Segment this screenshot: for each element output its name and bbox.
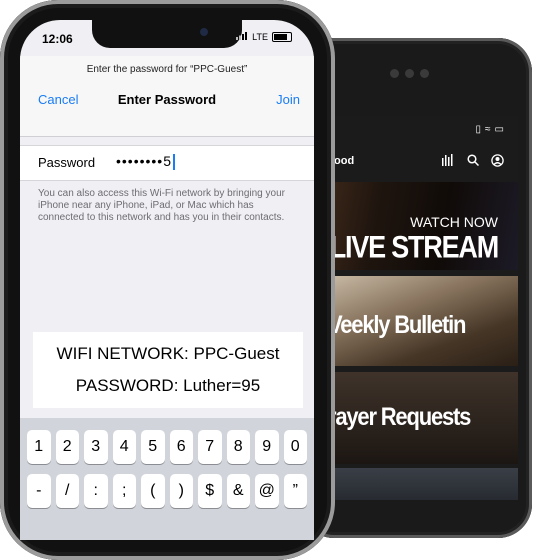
key[interactable]: 0 <box>283 430 307 464</box>
password-input[interactable]: ••••••••5 <box>116 153 175 171</box>
password-label: Password <box>38 155 96 170</box>
camera-dot-icon <box>420 68 429 78</box>
profile-icon[interactable] <box>491 153 504 169</box>
key[interactable]: ; <box>112 474 136 508</box>
key[interactable]: 5 <box>141 430 165 464</box>
iphone-screen: 12:06 LTE Enter the password for “PPC-Gu… <box>20 20 314 540</box>
wifi-network-text: WIFI NETWORK: PPC-Guest <box>56 344 280 363</box>
keyboard-row-numbers: 1 2 3 4 5 6 7 8 9 0 <box>27 430 307 464</box>
prayer-requests-tile[interactable]: rayer Requests <box>330 372 518 464</box>
key[interactable]: 2 <box>55 430 79 464</box>
app-brand: ood <box>334 155 355 167</box>
battery-icon: ▭ <box>494 124 504 135</box>
live-stream-label: LIVE STREAM <box>330 230 499 265</box>
android-app-header: ood <box>330 146 518 176</box>
prayer-requests-label: rayer Requests <box>330 402 471 431</box>
android-status-bar: ▯ ≈ ▭ <box>476 124 504 135</box>
key[interactable]: / <box>55 474 79 508</box>
key[interactable]: ” <box>283 474 307 508</box>
key[interactable]: & <box>226 474 250 508</box>
side-button <box>0 180 3 220</box>
camera-icon <box>200 28 208 36</box>
status-indicators: LTE <box>236 32 292 42</box>
join-button[interactable]: Join <box>276 92 300 107</box>
key[interactable]: 7 <box>198 430 222 464</box>
key[interactable]: : <box>84 474 108 508</box>
next-tile[interactable] <box>330 468 518 500</box>
weekly-bulletin-label: Veekly Bulletin <box>330 310 466 339</box>
status-time: 12:06 <box>42 32 73 46</box>
android-screen: ▯ ≈ ▭ ood WATCH NOW LIVE STREAM Veekly B… <box>330 116 518 500</box>
keyboard-row-symbols: - / : ; ( ) $ & @ ” <box>27 474 307 508</box>
text-caret <box>173 154 175 171</box>
live-stream-tile[interactable]: WATCH NOW LIVE STREAM <box>330 182 518 270</box>
nav-bar: Enter the password for “PPC-Guest” Enter… <box>20 56 314 137</box>
keyboard: 1 2 3 4 5 6 7 8 9 0 - / : ; ( ) $ & @ ” <box>20 418 314 540</box>
network-label: LTE <box>252 32 268 42</box>
iphone-frame: 12:06 LTE Enter the password for “PPC-Gu… <box>0 0 335 560</box>
help-text: You can also access this Wi-Fi network b… <box>38 188 285 223</box>
side-button <box>0 90 3 110</box>
side-button <box>0 130 3 170</box>
wifi-password-text: PASSWORD: Luther=95 <box>75 376 261 395</box>
signal-icon <box>236 32 248 42</box>
watch-now-label: WATCH NOW <box>410 214 498 230</box>
wifi-icon: ≈ <box>485 124 491 135</box>
battery-icon <box>272 32 292 42</box>
camera-dot-icon <box>405 68 414 78</box>
key[interactable]: ( <box>141 474 165 508</box>
android-speaker <box>330 62 510 84</box>
wifi-info-overlay: WIFI NETWORK: PPC-Guest PASSWORD: Luther… <box>33 332 303 408</box>
camera-dot-icon <box>390 68 399 78</box>
password-field[interactable]: Password ••••••••5 <box>20 145 314 181</box>
search-icon[interactable] <box>467 154 480 168</box>
password-prompt: Enter the password for “PPC-Guest” <box>86 64 248 75</box>
key[interactable]: - <box>27 474 51 508</box>
key[interactable]: $ <box>198 474 222 508</box>
key[interactable]: 8 <box>226 430 250 464</box>
weekly-bulletin-tile[interactable]: Veekly Bulletin <box>330 276 518 366</box>
key[interactable]: 4 <box>112 430 136 464</box>
notch <box>92 20 242 48</box>
bars-icon[interactable] <box>442 154 455 168</box>
key[interactable]: 6 <box>169 430 193 464</box>
key[interactable]: 9 <box>255 430 279 464</box>
key[interactable]: ) <box>169 474 193 508</box>
cancel-button[interactable]: Cancel <box>38 92 78 107</box>
key[interactable]: 1 <box>27 430 51 464</box>
signal-icon: ▯ <box>475 124 482 135</box>
key[interactable]: 3 <box>84 430 108 464</box>
password-value: ••••••••5 <box>116 153 172 169</box>
key[interactable]: @ <box>255 474 279 508</box>
